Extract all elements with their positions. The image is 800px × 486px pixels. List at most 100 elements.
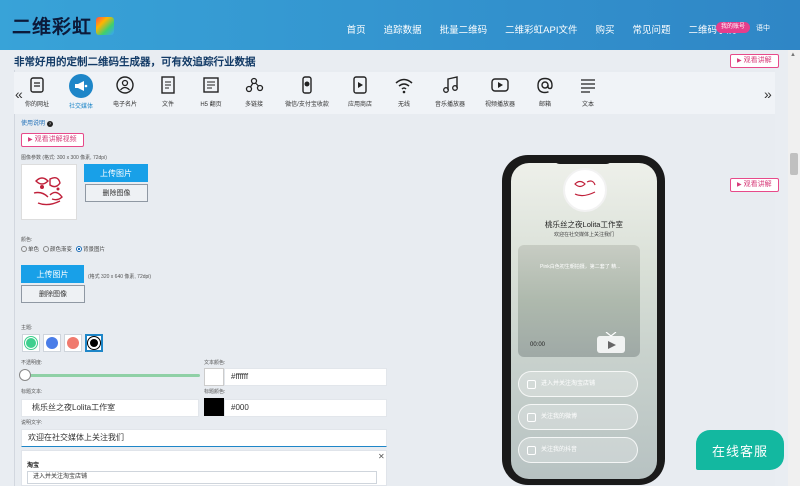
online-support-button[interactable]: 在线客服 [696,430,784,470]
text-icon [566,74,610,96]
tool-file[interactable]: 文件 [146,74,190,108]
phone-link-row-2[interactable]: 关注我的微博 [518,404,638,430]
site-logo[interactable]: 二维彩虹 [12,12,115,39]
logo-preview [21,164,77,220]
payment-icon [285,74,329,96]
tool-h5-page[interactable]: H5 翻页 [189,74,233,108]
text-color-input[interactable]: #ffffff [224,368,387,386]
megaphone-icon [59,74,103,98]
nav-tracking[interactable]: 追踪数据 [384,22,422,36]
tool-multi-link[interactable]: 多链接 [232,74,276,108]
studio-logo-image [33,176,63,206]
radio-gradient[interactable]: 颜色渐变 [43,245,72,253]
logo-size-hint: 图像参数 (格式: 300 x 300 像素, 72dpi) [21,155,107,161]
wifi-icon [382,74,426,96]
text-color-swatch[interactable] [204,368,224,386]
upload-background-button[interactable]: 上传图片 [21,265,84,283]
tool-label: 多链接 [244,102,263,108]
tool-label: 音乐播放器 [434,102,465,108]
page-subtitle: 非常好用的定制二维码生成器，可有效追踪行业数据 [14,56,256,68]
radio-solid-label: 单色 [28,247,40,253]
nav-home[interactable]: 首页 [347,22,366,36]
opacity-slider-knob[interactable] [19,369,31,381]
watch-tutorial-button-side[interactable]: ▶ 观看讲解 [730,178,779,192]
scrollbar-thumb[interactable] [790,153,798,175]
phone-link-row-3-label: 关注我的抖音 [541,447,578,453]
phone-video-time: 00:00 [530,342,546,348]
language-switch[interactable]: 语中 [756,23,770,33]
h5-page-icon [189,74,233,96]
account-button[interactable]: 我的账号 [716,22,751,33]
tool-music[interactable]: 音乐播放器 [428,74,472,108]
theme-black-dot [88,337,100,349]
tool-link[interactable]: 你的网址 [15,74,59,108]
toolbar-next-icon[interactable]: » [764,86,772,102]
phone-link-row-3[interactable]: 关注我的抖音 [518,437,638,463]
tool-app-store[interactable]: 应用商店 [338,74,382,108]
description-input[interactable]: 欢迎在社交媒体上关注我们 [21,429,387,447]
close-icon[interactable]: ✕ [378,452,385,461]
nav-batch[interactable]: 批量二维码 [440,22,488,36]
theme-blue[interactable] [43,334,61,352]
taobao-card-title: 淘宝 [27,463,40,469]
phone-description: 欢迎在社交媒体上关注我们 [553,232,614,238]
phone-notch [553,157,613,164]
title-color-swatch[interactable] [204,398,224,416]
tool-megaphone[interactable]: 社交媒体 [59,74,103,110]
music-icon [428,74,472,96]
background-label: 颜色: [21,237,33,243]
link-icon [15,74,59,96]
nav-api[interactable]: 二维彩虹API文件 [505,22,577,36]
scroll-up-icon[interactable]: ▲ [790,52,796,58]
radio-solid[interactable]: 单色 [21,245,39,253]
tv-play-icon[interactable] [596,332,626,354]
link-row-icon [527,446,536,455]
usage-link[interactable]: 使用说明? [21,118,54,127]
title-input[interactable]: 桃乐丝之夜Lolita工作室 [21,399,199,417]
tool-email[interactable]: 邮箱 [523,74,567,108]
radio-gradient-circle [43,246,50,252]
opacity-slider-track[interactable] [24,374,200,377]
logo-badge-icon [96,17,115,35]
delete-background-button[interactable]: 删除图像 [21,285,85,303]
watch-tutorial-button-top[interactable]: ▶ 观看讲解 [730,54,779,68]
title-color-label: 标题颜色: [204,389,226,395]
delete-logo-button[interactable]: 删除图像 [85,184,148,202]
tool-payment[interactable]: 微信/支付宝收款 [285,74,329,108]
theme-green[interactable] [22,334,40,352]
title-color-input[interactable]: #000 [224,399,387,417]
main-nav: 首页 追踪数据 批量二维码 二维彩虹API文件 购买 常见问题 二维码学院 [347,22,736,36]
taobao-link-input[interactable]: 进入并关注淘宝店铺 [27,471,377,484]
radio-gradient-label: 颜色渐变 [50,247,73,253]
opacity-label: 不透明度: [21,360,43,366]
tool-label: 社交媒体 [68,104,93,110]
tool-contact-card[interactable]: 电子名片 [103,74,147,108]
page-scrollbar[interactable] [788,50,800,486]
background-type-radios: 单色 颜色渐变 背景图片 [21,245,105,253]
watch-label: 观看讲解 [743,181,772,188]
tool-label: 邮箱 [538,102,551,108]
play-icon: ▶ [737,182,742,188]
radio-solid-circle [21,246,27,252]
nav-buy[interactable]: 购买 [595,22,614,36]
phone-link-row-1-label: 进入并关注淘宝店铺 [541,381,596,387]
phone-title: 桃乐丝之夜Lolita工作室 [545,220,623,229]
email-icon [523,74,567,96]
nav-faq[interactable]: 常见问题 [632,22,670,36]
link-row-icon [527,380,536,389]
logo-text: 二维彩虹 [12,17,93,38]
upload-logo-button[interactable]: 上传图片 [84,164,148,182]
tool-text[interactable]: 文本 [566,74,610,108]
theme-coral[interactable] [64,334,82,352]
background-size-hint: (格式 320 x 640 像素, 72dpi) [88,274,152,280]
phone-link-row-1[interactable]: 进入并关注淘宝店铺 [518,371,638,397]
radio-bgimage[interactable]: 背景图片 [76,245,105,253]
tool-label: H5 翻页 [200,102,222,108]
theme-coral-dot [67,337,79,349]
phone-avatar [563,168,607,212]
tool-video[interactable]: 视频播放器 [478,74,522,108]
radio-bgimage-label: 背景图片 [83,247,106,253]
watch-video-button[interactable]: ▶ 观看讲解视频 [21,133,84,147]
theme-black[interactable] [85,334,103,352]
tool-wifi[interactable]: 无线 [382,74,426,108]
